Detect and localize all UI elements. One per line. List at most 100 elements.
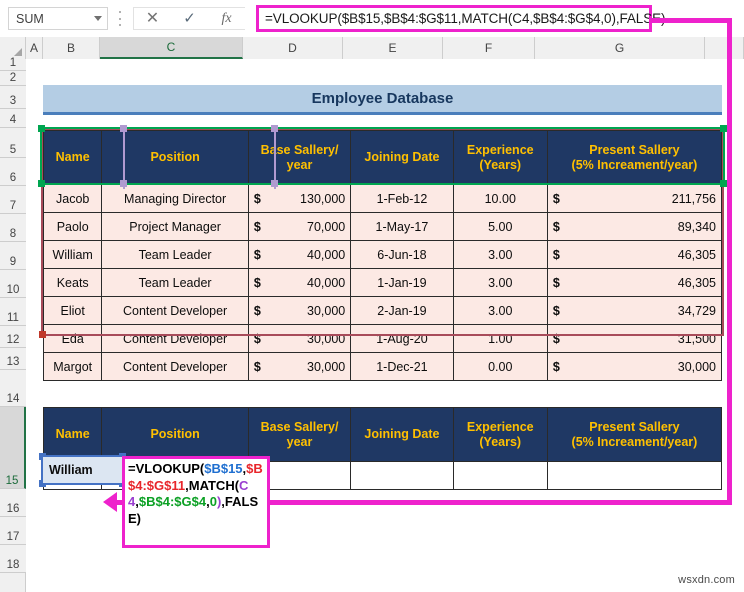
cancel-button[interactable]: ✕ bbox=[134, 8, 171, 29]
experience-cell[interactable]: 5.00 bbox=[453, 213, 547, 241]
row-header-1[interactable]: 1 bbox=[0, 59, 26, 71]
enter-button[interactable]: ✓ bbox=[171, 8, 208, 29]
column-header-d[interactable]: D bbox=[243, 37, 343, 59]
joining-date-cell[interactable]: 1-May-17 bbox=[351, 213, 453, 241]
position-cell[interactable]: Managing Director bbox=[102, 185, 248, 213]
currency-cell[interactable]: $30,000 bbox=[248, 353, 350, 381]
experience-cell[interactable]: 10.00 bbox=[453, 185, 547, 213]
row-header-17[interactable]: 17 bbox=[0, 517, 26, 545]
row-header-8[interactable]: 8 bbox=[0, 214, 26, 242]
row-header-11[interactable]: 11 bbox=[0, 298, 26, 326]
row-header-3[interactable]: 3 bbox=[0, 86, 26, 109]
formula-bar-grip bbox=[118, 11, 121, 26]
row-header-14[interactable]: 14 bbox=[0, 370, 26, 407]
column-header-e[interactable]: E bbox=[343, 37, 443, 59]
table-row: EdaContent Developer$30,0001-Aug-201.00$… bbox=[44, 325, 722, 353]
currency-cell[interactable]: $89,340 bbox=[547, 213, 721, 241]
row-header-6[interactable]: 6 bbox=[0, 158, 26, 186]
experience-cell[interactable]: 0.00 bbox=[453, 353, 547, 381]
column-header-f[interactable]: F bbox=[443, 37, 535, 59]
row-header-12[interactable]: 12 bbox=[0, 326, 26, 348]
employee-database-table: NamePositionBase Sallery/yearJoining Dat… bbox=[43, 130, 722, 381]
formula-input[interactable]: =VLOOKUP($B$15,$B$4:$G$11,MATCH(C4,$B$4:… bbox=[256, 5, 652, 32]
row-header-7[interactable]: 7 bbox=[0, 186, 26, 214]
row-header-column: 123456789101112131415161718 bbox=[0, 59, 26, 592]
row-header-13[interactable]: 13 bbox=[0, 348, 26, 370]
currency-cell[interactable]: $30,000 bbox=[248, 297, 350, 325]
currency-cell[interactable]: $70,000 bbox=[248, 213, 350, 241]
select-all-corner[interactable] bbox=[0, 37, 26, 59]
insert-function-button[interactable]: fx bbox=[208, 8, 245, 29]
formula-token: $B$4:$G$4 bbox=[139, 494, 206, 509]
joining-date-cell[interactable]: 1-Aug-20 bbox=[351, 325, 453, 353]
joining-date-cell[interactable]: 1-Jan-19 bbox=[351, 269, 453, 297]
row-header-5[interactable]: 5 bbox=[0, 128, 26, 158]
column-header-a[interactable]: A bbox=[26, 37, 43, 59]
table-header-row: NamePositionBase Sallery/yearJoining Dat… bbox=[44, 131, 722, 185]
experience-cell[interactable] bbox=[453, 462, 547, 490]
page-title: Employee Database bbox=[43, 85, 722, 115]
row-header-15[interactable]: 15 bbox=[0, 407, 26, 489]
formula-token: 0 bbox=[210, 494, 217, 509]
table-header-row: NamePositionBase Sallery/yearJoining Dat… bbox=[44, 408, 722, 462]
row-header-16[interactable]: 16 bbox=[0, 489, 26, 517]
currency-cell[interactable]: $46,305 bbox=[547, 241, 721, 269]
name-cell[interactable]: Keats bbox=[44, 269, 102, 297]
name-box[interactable]: SUM bbox=[8, 7, 108, 30]
row-header-10[interactable]: 10 bbox=[0, 270, 26, 298]
currency-cell[interactable]: $31,500 bbox=[547, 325, 721, 353]
position-cell[interactable]: Team Leader bbox=[102, 269, 248, 297]
lookup-value-cell[interactable]: William bbox=[43, 457, 122, 483]
row-header-4[interactable]: 4 bbox=[0, 109, 26, 128]
experience-cell[interactable]: 3.00 bbox=[453, 269, 547, 297]
formula-action-buttons: ✕ ✓ fx bbox=[133, 7, 245, 30]
excel-window: SUM ✕ ✓ fx =VLOOKUP($B$15,$B$4:$G$11,MAT… bbox=[0, 0, 744, 592]
experience-cell[interactable]: 3.00 bbox=[453, 297, 547, 325]
joining-date-cell[interactable]: 2-Jan-19 bbox=[351, 297, 453, 325]
formula-token: MATCH( bbox=[189, 478, 239, 493]
joining-date-cell[interactable]: 1-Feb-12 bbox=[351, 185, 453, 213]
position-cell[interactable]: Project Manager bbox=[102, 213, 248, 241]
joining-date-cell[interactable]: 6-Jun-18 bbox=[351, 241, 453, 269]
column-header-c[interactable]: C bbox=[100, 37, 243, 59]
currency-cell[interactable]: $211,756 bbox=[547, 185, 721, 213]
table-row: JacobManaging Director$130,0001-Feb-1210… bbox=[44, 185, 722, 213]
position-cell[interactable]: Content Developer bbox=[102, 325, 248, 353]
check-icon: ✓ bbox=[183, 11, 196, 26]
experience-cell[interactable]: 1.00 bbox=[453, 325, 547, 353]
table-row: MargotContent Developer$30,0001-Dec-210.… bbox=[44, 353, 722, 381]
sheet-canvas[interactable]: Employee Database NamePositionBase Salle… bbox=[26, 59, 744, 592]
name-cell[interactable]: Eliot bbox=[44, 297, 102, 325]
annotation-arrow-icon bbox=[103, 492, 117, 512]
column-title-cell: Joining Date bbox=[351, 131, 453, 185]
row-header-2[interactable]: 2 bbox=[0, 71, 26, 86]
position-cell[interactable]: Content Developer bbox=[102, 297, 248, 325]
name-cell[interactable]: William bbox=[44, 241, 102, 269]
currency-cell[interactable]: $30,000 bbox=[248, 325, 350, 353]
currency-cell[interactable]: $40,000 bbox=[248, 269, 350, 297]
cell-formula-editor[interactable]: =VLOOKUP($B$15,$B$4:$G$11,MATCH(C4,$B$4:… bbox=[122, 456, 270, 548]
currency-cell[interactable]: $46,305 bbox=[547, 269, 721, 297]
joining-date-cell[interactable]: 1-Dec-21 bbox=[351, 353, 453, 381]
currency-cell[interactable]: $34,729 bbox=[547, 297, 721, 325]
annotation-line-top bbox=[649, 18, 732, 23]
row-header-9[interactable]: 9 bbox=[0, 242, 26, 270]
joining-date-cell[interactable] bbox=[351, 462, 453, 490]
position-cell[interactable]: Team Leader bbox=[102, 241, 248, 269]
name-cell[interactable]: Paolo bbox=[44, 213, 102, 241]
name-cell[interactable]: Jacob bbox=[44, 185, 102, 213]
currency-cell[interactable]: $130,000 bbox=[248, 185, 350, 213]
experience-cell[interactable]: 3.00 bbox=[453, 241, 547, 269]
currency-cell[interactable] bbox=[547, 462, 721, 490]
column-header-g[interactable]: G bbox=[535, 37, 705, 59]
column-title-cell: Name bbox=[44, 408, 102, 462]
column-header-b[interactable]: B bbox=[43, 37, 100, 59]
row-header-18[interactable]: 18 bbox=[0, 545, 26, 573]
position-cell[interactable]: Content Developer bbox=[102, 353, 248, 381]
currency-cell[interactable]: $40,000 bbox=[248, 241, 350, 269]
watermark: wsxdn.com bbox=[678, 574, 735, 586]
name-cell[interactable]: Margot bbox=[44, 353, 102, 381]
currency-cell[interactable]: $30,000 bbox=[547, 353, 721, 381]
name-cell[interactable]: Eda bbox=[44, 325, 102, 353]
chevron-down-icon[interactable] bbox=[94, 16, 102, 21]
